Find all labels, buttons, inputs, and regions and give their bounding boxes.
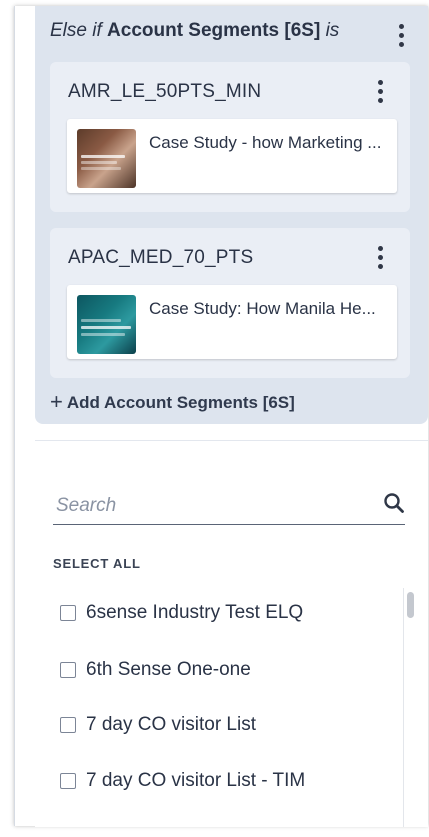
search-input[interactable]	[56, 492, 366, 520]
search-icon[interactable]	[383, 492, 405, 514]
search-field	[53, 486, 405, 525]
scrollbar[interactable]	[403, 588, 416, 827]
add-account-segments-button[interactable]: + Add Account Segments [6S]	[50, 388, 295, 414]
segment-card: AMR_LE_50PTS_MIN Case Study - how Market…	[50, 62, 410, 212]
add-segment-label: Add Account Segments [6S]	[66, 393, 295, 412]
list-item[interactable]: 7 day CO visitor List	[60, 710, 256, 740]
case-study-thumbnail	[77, 295, 136, 354]
kebab-menu-icon[interactable]	[370, 244, 390, 270]
list-item[interactable]: 7 day CO visitor List - TIM	[60, 766, 305, 796]
segment-name: APAC_MED_70_PTS	[68, 247, 254, 268]
option-label: 7 day CO visitor List	[86, 714, 256, 735]
rule-operator: is	[325, 20, 340, 41]
option-list: 6sense Industry Test ELQ 6th Sense One-o…	[35, 586, 405, 827]
rule-field: Account Segments [6S]	[107, 20, 321, 41]
case-study-thumbnail	[77, 129, 136, 188]
scrollbar-thumb[interactable]	[407, 592, 414, 618]
list-item[interactable]: 6th Sense One-one	[60, 655, 251, 685]
option-label: 6sense Industry Test ELQ	[86, 602, 304, 623]
segment-card: APAC_MED_70_PTS Case Study: How Manila H…	[50, 228, 410, 378]
content-title: Case Study: How Manila He...	[149, 299, 376, 318]
plus-icon: +	[50, 389, 63, 414]
kebab-menu-icon[interactable]	[370, 78, 390, 104]
list-item[interactable]: 6sense Industry Test ELQ	[60, 598, 303, 628]
checkbox[interactable]	[60, 605, 76, 621]
option-label: 6th Sense One-one	[86, 659, 251, 680]
rule-editor-frame: Else if Account Segments [6S] is AMR_LE_…	[14, 6, 428, 827]
option-label: 7 day CO visitor List - TIM	[86, 770, 306, 791]
rule-keyword: Else if	[50, 20, 102, 41]
checkbox[interactable]	[60, 717, 76, 733]
else-if-rule-panel: Else if Account Segments [6S] is AMR_LE_…	[35, 6, 428, 424]
content-card[interactable]: Case Study - how Marketing ...	[67, 119, 397, 193]
content-card[interactable]: Case Study: How Manila He...	[67, 285, 397, 359]
segment-name: AMR_LE_50PTS_MIN	[68, 81, 262, 102]
segment-dropdown: SELECT ALL 6sense Industry Test ELQ 6th …	[35, 440, 428, 827]
kebab-menu-icon[interactable]	[391, 22, 411, 48]
rule-header: Else if Account Segments [6S] is	[50, 20, 339, 42]
select-all-button[interactable]: SELECT ALL	[53, 556, 141, 571]
checkbox[interactable]	[60, 662, 76, 678]
content-title: Case Study - how Marketing ...	[149, 133, 382, 152]
checkbox[interactable]	[60, 773, 76, 789]
